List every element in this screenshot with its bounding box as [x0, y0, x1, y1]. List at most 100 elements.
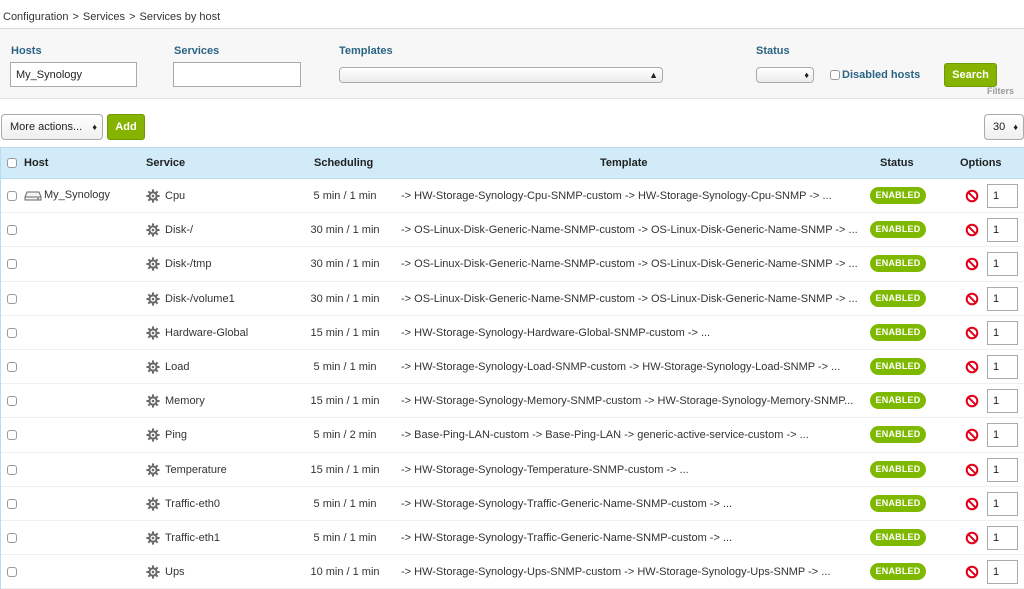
no-entry-icon[interactable] — [965, 189, 979, 203]
table-row[interactable]: Memory 15 min / 1 min -> HW-Storage-Syno… — [0, 384, 1024, 419]
service-name-link[interactable]: Hardware-Global — [165, 327, 248, 339]
no-entry-icon[interactable] — [965, 223, 979, 237]
row-checkbox[interactable] — [7, 464, 17, 475]
service-name-link[interactable]: Load — [165, 361, 189, 373]
table-row[interactable]: Traffic-eth1 5 min / 1 min -> HW-Storage… — [0, 520, 1024, 556]
no-entry-icon[interactable] — [965, 497, 979, 511]
duplicate-count-input[interactable]: 1 — [987, 457, 1018, 482]
duplicate-count-input[interactable]: 1 — [987, 320, 1018, 345]
hosts-filter-input[interactable] — [10, 62, 137, 87]
page-limit-value: 30 — [993, 121, 1006, 133]
scheduling-value: 15 min / 1 min — [310, 395, 380, 408]
duplicate-count-input[interactable]: 1 — [987, 491, 1018, 516]
no-entry-icon[interactable] — [965, 257, 979, 271]
service-name-link[interactable]: Traffic-eth1 — [165, 532, 220, 544]
host-name-link[interactable]: My_Synology — [44, 189, 110, 201]
row-checkbox[interactable] — [7, 498, 17, 509]
template-chain: -> HW-Storage-Synology-Traffic-Generic-N… — [401, 531, 733, 544]
service-name-link[interactable]: Ping — [165, 429, 187, 441]
table-row[interactable]: Temperature 15 min / 1 min -> HW-Storage… — [0, 452, 1024, 487]
no-entry-icon[interactable] — [965, 531, 979, 545]
row-checkbox[interactable] — [7, 430, 17, 441]
duplicate-count-input[interactable]: 1 — [987, 252, 1018, 277]
no-entry-icon[interactable] — [965, 463, 979, 477]
add-button[interactable]: Add — [107, 114, 145, 140]
status-filter-select[interactable]: ♦ — [756, 67, 814, 83]
breadcrumb-configuration[interactable]: Configuration — [3, 11, 68, 23]
no-entry-icon[interactable] — [965, 565, 979, 579]
service-name-link[interactable]: Ups — [165, 566, 185, 578]
gear-icon — [146, 360, 160, 374]
hosts-label: Hosts — [11, 45, 42, 57]
duplicate-count-input[interactable]: 1 — [987, 218, 1018, 243]
table-row[interactable]: Disk-/volume1 30 min / 1 min -> OS-Linux… — [0, 281, 1024, 316]
more-actions-select[interactable]: More actions... ♦ — [1, 114, 103, 140]
service-name-link[interactable]: Temperature — [165, 464, 227, 476]
table-row[interactable]: Disk-/ 30 min / 1 min -> OS-Linux-Disk-G… — [0, 213, 1024, 248]
service-name-link[interactable]: Disk-/tmp — [165, 258, 211, 270]
breadcrumb-services-by-host[interactable]: Services by host — [140, 11, 221, 23]
no-entry-icon[interactable] — [965, 326, 979, 340]
duplicate-count-input[interactable]: 1 — [987, 525, 1018, 550]
status-badge: ENABLED — [870, 392, 926, 410]
row-checkbox[interactable] — [7, 191, 17, 201]
no-entry-icon[interactable] — [965, 360, 979, 374]
duplicate-count-input[interactable]: 1 — [987, 423, 1018, 448]
row-checkbox[interactable] — [7, 225, 17, 236]
service-name-link[interactable]: Disk-/volume1 — [165, 293, 235, 305]
row-checkbox[interactable] — [7, 327, 17, 338]
table-row[interactable]: My_Synology Cpu 5 min / 1 min -> HW-Stor… — [0, 179, 1024, 214]
table-row[interactable]: Disk-/tmp 30 min / 1 min -> OS-Linux-Dis… — [0, 247, 1024, 282]
search-button[interactable]: Search — [944, 63, 997, 87]
duplicate-count-input[interactable]: 1 — [987, 286, 1018, 311]
duplicate-count-input[interactable]: 1 — [987, 184, 1018, 208]
templates-filter-select[interactable]: ▲ — [339, 67, 663, 83]
row-checkbox[interactable] — [7, 396, 17, 407]
no-entry-icon[interactable] — [965, 292, 979, 306]
scheduling-value: 15 min / 1 min — [310, 463, 380, 476]
chevron-updown-icon: ♦ — [804, 70, 809, 80]
table-row[interactable]: Load 5 min / 1 min -> HW-Storage-Synolog… — [0, 349, 1024, 385]
filter-panel: Hosts Services Templates ▲ Status ♦ Disa… — [0, 29, 1024, 99]
row-checkbox[interactable] — [7, 293, 17, 304]
row-checkbox[interactable] — [7, 259, 17, 270]
status-badge: ENABLED — [870, 289, 926, 307]
service-name-link[interactable]: Traffic-eth0 — [165, 498, 220, 510]
duplicate-count-input[interactable]: 1 — [987, 354, 1018, 379]
disabled-hosts-checkbox[interactable] — [830, 70, 840, 81]
table-row[interactable]: Ups 10 min / 1 min -> HW-Storage-Synolog… — [0, 555, 1024, 589]
select-all-checkbox[interactable] — [7, 158, 17, 168]
page-limit-select[interactable]: 30 ♦ — [984, 114, 1024, 140]
table-header: Host Service Scheduling Template Status … — [0, 147, 1024, 179]
services-table: Host Service Scheduling Template Status … — [0, 147, 1024, 589]
duplicate-count-input[interactable]: 1 — [987, 560, 1018, 585]
scheduling-value: 30 min / 1 min — [310, 224, 380, 237]
header-template: Template — [600, 157, 648, 169]
breadcrumb: Configuration > Services > Services by host — [3, 11, 220, 23]
services-filter-input[interactable] — [173, 62, 301, 87]
table-row[interactable]: Traffic-eth0 5 min / 1 min -> HW-Storage… — [0, 486, 1024, 521]
no-entry-icon[interactable] — [965, 428, 979, 442]
more-actions-label: More actions... — [10, 121, 83, 133]
status-badge: ENABLED — [870, 323, 926, 341]
service-name-link[interactable]: Disk-/ — [165, 224, 193, 236]
row-checkbox[interactable] — [7, 567, 17, 578]
gear-icon — [146, 428, 160, 442]
row-checkbox[interactable] — [7, 532, 17, 543]
breadcrumb-services[interactable]: Services — [83, 11, 125, 23]
table-row[interactable]: Hardware-Global 15 min / 1 min -> HW-Sto… — [0, 315, 1024, 350]
template-chain: -> OS-Linux-Disk-Generic-Name-SNMP-custo… — [401, 258, 858, 271]
status-badge: ENABLED — [870, 221, 926, 239]
service-name-link[interactable]: Memory — [165, 395, 205, 407]
no-entry-icon[interactable] — [965, 394, 979, 408]
status-badge: ENABLED — [870, 187, 926, 204]
duplicate-count-input[interactable]: 1 — [987, 389, 1018, 414]
filters-toggle-link[interactable]: Filters — [987, 86, 1014, 96]
service-name-link[interactable]: Cpu — [165, 190, 185, 202]
breadcrumb-separator: > — [72, 11, 79, 23]
header-service[interactable]: Service — [146, 157, 185, 169]
gear-icon — [146, 223, 160, 237]
header-host[interactable]: Host — [24, 157, 48, 169]
table-row[interactable]: Ping 5 min / 2 min -> Base-Ping-LAN-cust… — [0, 418, 1024, 453]
row-checkbox[interactable] — [7, 361, 17, 372]
